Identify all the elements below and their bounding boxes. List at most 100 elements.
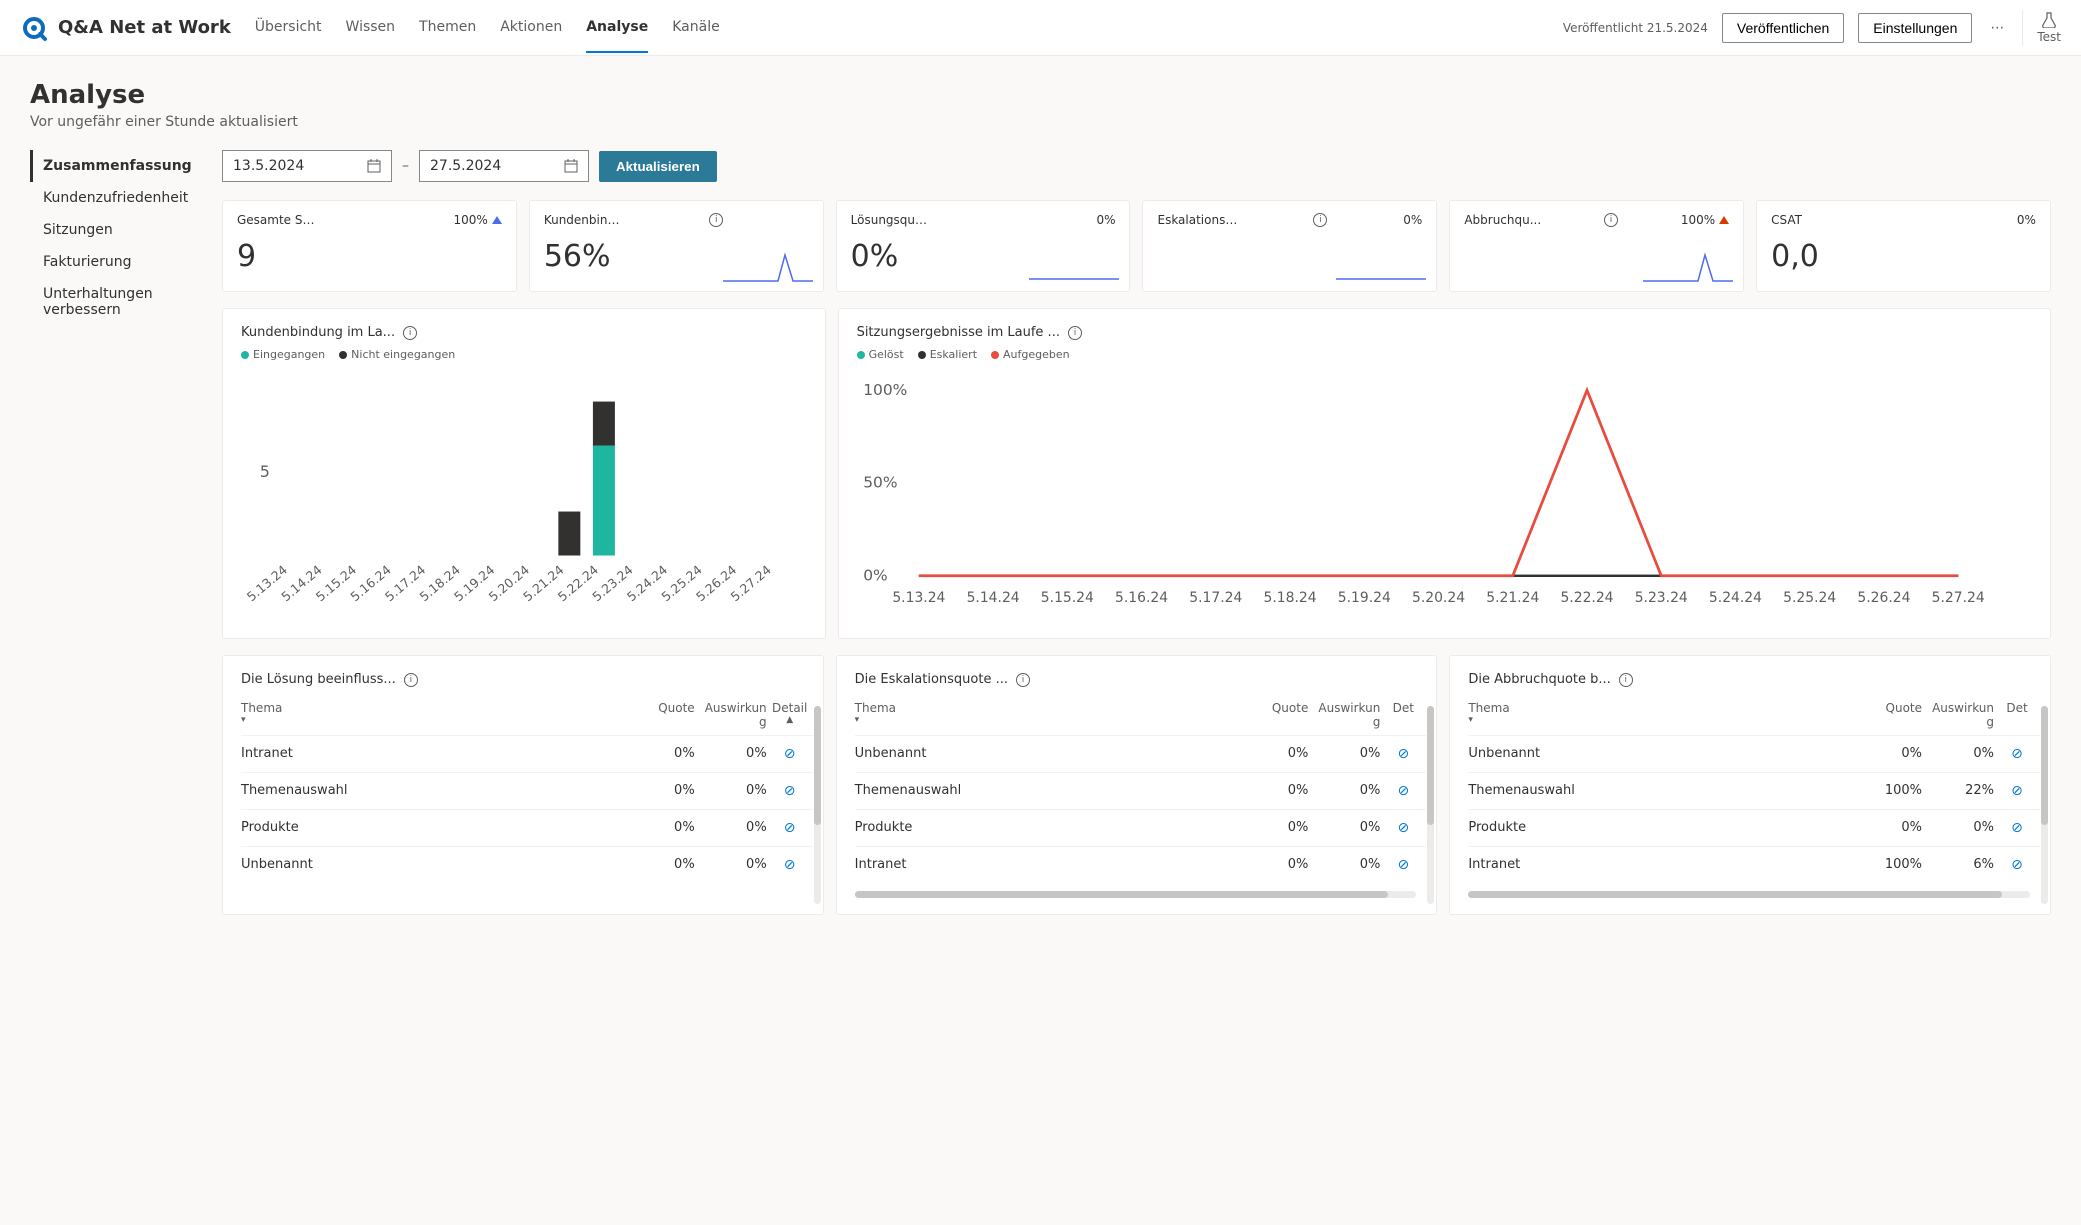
kpi-pct: 100% — [454, 213, 502, 227]
cell-auswirkung: 0% — [1308, 746, 1380, 762]
cell-thema: Unbenannt — [241, 857, 643, 873]
sidenav-item[interactable]: Unterhaltungen verbessern — [30, 278, 198, 326]
col-thema[interactable]: Thema▾ — [241, 701, 643, 729]
page-title: Analyse — [30, 80, 2051, 110]
table-row[interactable]: Intranet 0% 0% ⊘ — [241, 735, 813, 772]
test-button[interactable]: Test — [2037, 12, 2061, 44]
table-row[interactable]: Intranet 0% 0% ⊘ — [855, 846, 1427, 883]
date-from-input[interactable]: 13.5.2024 — [222, 150, 392, 182]
svg-text:50%: 50% — [863, 474, 897, 492]
info-icon[interactable]: i — [1068, 326, 1082, 340]
sidenav-item[interactable]: Zusammenfassung — [30, 150, 198, 182]
info-icon[interactable]: i — [403, 326, 417, 340]
cell-quote: 0% — [643, 783, 695, 799]
kpi-card[interactable]: Kundenbindung...i 56% — [529, 200, 824, 292]
sidenav-item[interactable]: Kundenzufriedenheit — [30, 182, 198, 214]
col-auswirkung[interactable]: Auswirkun g — [1308, 701, 1380, 729]
link-icon[interactable]: ⊘ — [784, 820, 796, 836]
legend-item: Gelöst — [857, 348, 904, 361]
col-thema[interactable]: Thema▾ — [1468, 701, 1870, 729]
kpi-card[interactable]: Abbruchqu...i100% — [1449, 200, 1744, 292]
link-icon[interactable]: ⊘ — [784, 746, 796, 762]
v-scrollbar[interactable] — [2041, 706, 2048, 904]
nav-item-wissen[interactable]: Wissen — [346, 3, 396, 53]
table-row[interactable]: Themenauswahl 100% 22% ⊘ — [1468, 772, 2040, 809]
link-icon[interactable]: ⊘ — [1397, 783, 1409, 799]
col-detail[interactable]: Det — [1994, 701, 2040, 729]
v-scrollbar[interactable] — [1427, 706, 1434, 904]
table-header: Thema▾ Quote Auswirkun g Det — [1468, 695, 2040, 735]
info-icon[interactable]: i — [1313, 213, 1327, 227]
kpi-card[interactable]: Gesamte Sitz...100% 9 — [222, 200, 517, 292]
col-detail[interactable]: Det — [1380, 701, 1426, 729]
table-row[interactable]: Unbenannt 0% 0% ⊘ — [241, 846, 813, 883]
nav-item-übersicht[interactable]: Übersicht — [255, 3, 322, 53]
cell-auswirkung: 0% — [1308, 820, 1380, 836]
panel-title: Sitzungsergebnisse im Laufe ... — [857, 325, 1060, 340]
table-row[interactable]: Themenauswahl 0% 0% ⊘ — [855, 772, 1427, 809]
svg-text:5.18.24: 5.18.24 — [1263, 590, 1316, 606]
nav-item-aktionen[interactable]: Aktionen — [500, 3, 562, 53]
kpi-card[interactable]: Lösungsquote0% 0% — [836, 200, 1131, 292]
v-scrollbar[interactable] — [814, 706, 821, 904]
nav-item-kanäle[interactable]: Kanäle — [672, 3, 719, 53]
link-icon[interactable]: ⊘ — [2011, 783, 2023, 799]
sparkline — [1336, 249, 1426, 285]
info-icon[interactable]: i — [1604, 213, 1618, 227]
cell-auswirkung: 0% — [1922, 746, 1994, 762]
table-row[interactable]: Produkte 0% 0% ⊘ — [1468, 809, 2040, 846]
h-scrollbar[interactable] — [855, 891, 1417, 898]
info-icon[interactable]: i — [709, 213, 723, 227]
table-row[interactable]: Unbenannt 0% 0% ⊘ — [855, 735, 1427, 772]
kpi-pct: 0% — [2017, 213, 2036, 227]
col-auswirkung[interactable]: Auswirkun g — [695, 701, 767, 729]
sparkline — [1643, 249, 1733, 285]
link-icon[interactable]: ⊘ — [1397, 746, 1409, 762]
kpi-card[interactable]: CSAT0% 0,0 — [1756, 200, 2051, 292]
link-icon[interactable]: ⊘ — [1397, 820, 1409, 836]
kpi-title: Gesamte Sitz... — [237, 213, 317, 227]
table-row[interactable]: Produkte 0% 0% ⊘ — [855, 809, 1427, 846]
table-panel-escalation: Die Eskalationsquote ... i Thema▾ Quote … — [836, 655, 1438, 915]
table-row[interactable]: Produkte 0% 0% ⊘ — [241, 809, 813, 846]
sidenav-item[interactable]: Sitzungen — [30, 214, 198, 246]
trend-up-icon — [492, 216, 502, 224]
sidenav-item[interactable]: Fakturierung — [30, 246, 198, 278]
more-icon[interactable]: ⋯ — [1986, 16, 2008, 40]
table-panel-abandon: Die Abbruchquote b... i Thema▾ Quote Aus… — [1449, 655, 2051, 915]
link-icon[interactable]: ⊘ — [1397, 857, 1409, 873]
col-detail[interactable]: Detail▲ — [767, 701, 813, 729]
col-quote[interactable]: Quote — [1870, 701, 1922, 729]
info-icon[interactable]: i — [404, 673, 418, 687]
publish-button[interactable]: Veröffentlichen — [1722, 13, 1844, 43]
h-scrollbar[interactable] — [1468, 891, 2030, 898]
col-auswirkung[interactable]: Auswirkun g — [1922, 701, 1994, 729]
date-to-input[interactable]: 27.5.2024 — [419, 150, 589, 182]
nav-item-themen[interactable]: Themen — [419, 3, 476, 53]
nav-item-analyse[interactable]: Analyse — [586, 3, 648, 53]
svg-text:0%: 0% — [863, 566, 888, 584]
cell-thema: Intranet — [855, 857, 1257, 873]
table-row[interactable]: Intranet 100% 6% ⊘ — [1468, 846, 2040, 883]
settings-button[interactable]: Einstellungen — [1858, 13, 1972, 43]
info-icon[interactable]: i — [1016, 673, 1030, 687]
kpi-card[interactable]: Eskalationsq...i0% — [1142, 200, 1437, 292]
topbar: Q&A Net at Work ÜbersichtWissenThemenAkt… — [0, 0, 2081, 56]
info-icon[interactable]: i — [1619, 673, 1633, 687]
link-icon[interactable]: ⊘ — [2011, 820, 2023, 836]
col-quote[interactable]: Quote — [1256, 701, 1308, 729]
app-logo-icon — [20, 14, 48, 42]
link-icon[interactable]: ⊘ — [784, 857, 796, 873]
col-thema[interactable]: Thema▾ — [855, 701, 1257, 729]
update-button[interactable]: Aktualisieren — [599, 151, 717, 182]
link-icon[interactable]: ⊘ — [2011, 746, 2023, 762]
cell-quote: 0% — [643, 857, 695, 873]
col-quote[interactable]: Quote — [643, 701, 695, 729]
svg-text:5.23.24: 5.23.24 — [1634, 590, 1687, 606]
table-row[interactable]: Unbenannt 0% 0% ⊘ — [1468, 735, 2040, 772]
link-icon[interactable]: ⊘ — [2011, 857, 2023, 873]
link-icon[interactable]: ⊘ — [784, 783, 796, 799]
table-row[interactable]: Themenauswahl 0% 0% ⊘ — [241, 772, 813, 809]
table-panel-resolution: Die Lösung beeinfluss... i Thema▾ Quote … — [222, 655, 824, 915]
legend-item: Eskaliert — [918, 348, 977, 361]
